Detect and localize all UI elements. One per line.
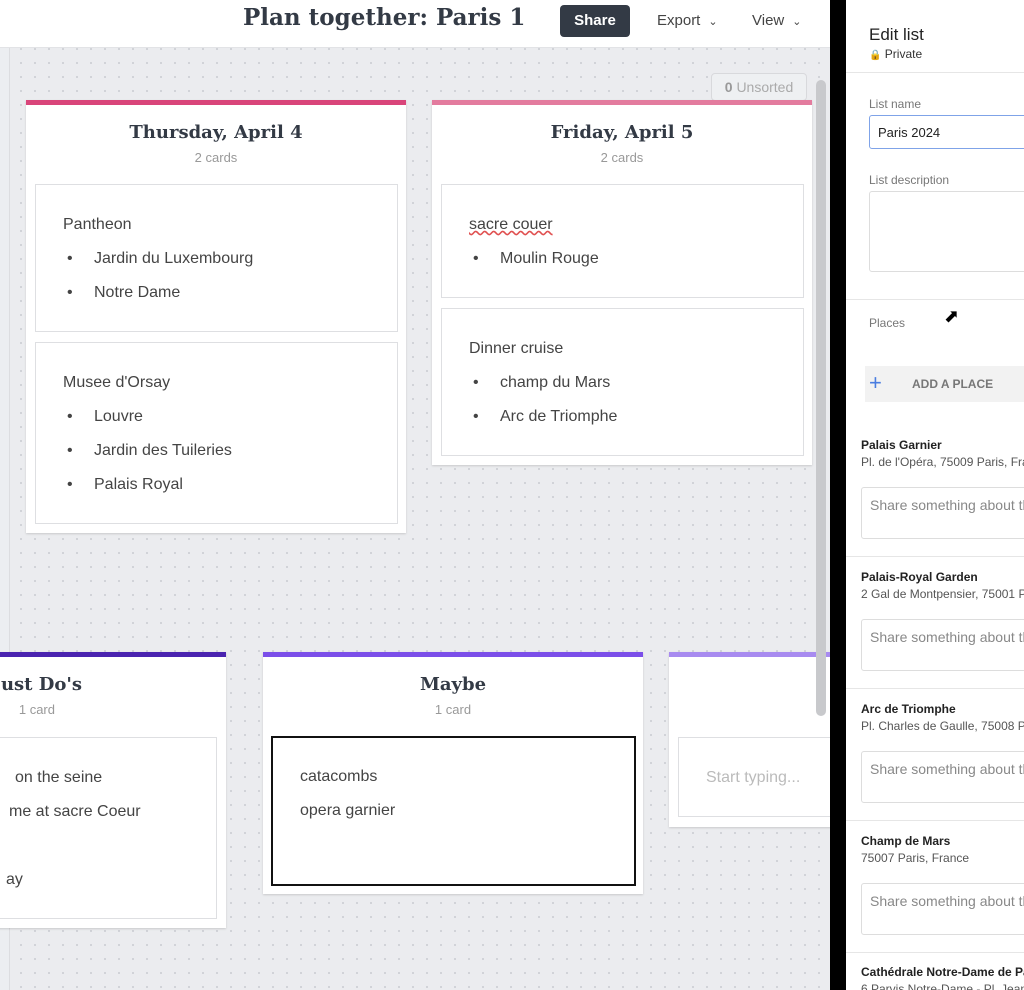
card-line: ay [6,871,23,888]
column-color-bar [432,100,812,105]
column-title: Friday, April 5 [550,122,694,143]
column-friday[interactable]: Friday, April 5 2 cards sacre couer Moul… [432,100,812,465]
column-thursday[interactable]: Thursday, April 4 2 cards Pantheon Jardi… [26,100,406,533]
divider [846,299,1024,300]
plus-icon: + [869,370,882,395]
column-maybe[interactable]: Maybe 1 card catacombs opera garnier [263,652,643,894]
column-title: ust Do's [0,674,82,695]
column-new[interactable]: Start typing... [669,652,830,827]
card-line: me at sacre Coeur [9,803,141,820]
divider [846,688,1024,689]
column-title: Maybe [419,674,487,695]
place-address: Pl. Charles de Gaulle, 75008 Paris [861,719,1024,733]
card-title: sacre couer [469,216,553,233]
export-label: Export [657,12,701,29]
divider [846,556,1024,557]
lock-icon: 🔒 [869,50,882,61]
places-label: Places [869,316,906,330]
column-count: 2 cards [194,150,238,165]
add-place-label: ADD A PLACE [912,377,994,391]
export-menu[interactable]: Export ⌄ [657,12,718,29]
place-address: 2 Gal de Montpensier, 75001 Paris [861,587,1024,601]
edit-list-panel: Edit list 🔒 Private List name List descr… [846,0,1024,990]
card-title: Pantheon [63,216,132,233]
place-address: 75007 Paris, France [861,851,970,865]
card-item: Jardin du Luxembourg [67,250,253,268]
card-selected[interactable]: catacombs opera garnier [271,736,636,886]
view-label: View [752,12,785,29]
card[interactable]: on the seine me at sacre Coeur ay [0,737,217,919]
card[interactable]: Musee d'Orsay Louvre Jardin des Tuilerie… [35,342,398,524]
card-item: Notre Dame [67,284,180,302]
card[interactable]: sacre couer Moulin Rouge [441,184,804,298]
chevron-down-icon: ⌄ [792,16,802,28]
column-must-dos[interactable]: ust Do's 1 card on the seine me at sacre… [0,652,226,928]
board-canvas: Plan together: Paris 1 Share Export ⌄ Vie… [0,0,830,990]
card-title: Musee d'Orsay [63,374,171,391]
column-color-bar [0,652,226,657]
card-line: on the seine [15,769,103,786]
card-item: Arc de Triomphe [473,408,617,426]
list-name-label: List name [869,97,922,111]
panel-title: Edit list [869,25,924,44]
unsorted-count: 0 [724,79,733,95]
column-count: 1 card [18,702,55,717]
card[interactable]: Pantheon Jardin du Luxembourg Notre Dame [35,184,398,332]
divider [846,820,1024,821]
card-placeholder: Start typing... [706,769,801,786]
privacy-label: Private [884,47,923,61]
card-item: Louvre [67,408,143,426]
divider [846,952,1024,953]
card-item: Palais Royal [67,476,183,494]
new-card-input[interactable]: Start typing... [678,737,830,817]
card-title: Dinner cruise [469,340,564,357]
list-description-input[interactable] [869,191,1024,272]
panel-divider [830,0,846,990]
place-name: Champ de Mars [861,834,951,848]
place-name: Arc de Triomphe [861,702,956,716]
column-color-bar [263,652,643,657]
add-place-button[interactable]: + ADD A PLACE [865,366,1024,402]
scrollbar[interactable] [816,80,826,716]
view-menu[interactable]: View ⌄ [752,12,801,29]
place-name: Palais Garnier [861,438,942,452]
place-address: 6 Parvis Notre-Dame - Pl. Jean-Paul II [861,982,1024,990]
privacy-status: 🔒 Private [869,47,922,61]
card-line: opera garnier [300,802,396,819]
card[interactable]: Dinner cruise champ du Mars Arc de Triom… [441,308,804,456]
page-title: Plan together: Paris 1 [243,4,526,31]
divider [846,72,1024,73]
place-note-input[interactable]: Share something about this place [861,751,1024,803]
card-item: Jardin des Tuileries [67,442,232,460]
list-description-label: List description [869,173,950,187]
share-button[interactable]: Share [560,5,630,37]
place-note-input[interactable]: Share something about this place [861,883,1024,935]
column-count: 2 cards [600,150,644,165]
place-name: Palais-Royal Garden [861,570,978,584]
unsorted-button[interactable]: 0 Unsorted [711,73,807,101]
card-item: Moulin Rouge [473,250,599,268]
column-color-bar [669,652,830,657]
column-color-bar [26,100,406,105]
list-name-input[interactable] [869,115,1024,149]
card-line: catacombs [300,768,378,785]
place-note-input[interactable]: Share something about this place [861,619,1024,671]
card-item: champ du Mars [473,374,610,392]
place-name: Cathédrale Notre-Dame de Paris [861,965,1024,979]
mouse-cursor-icon: ⬈ [944,306,960,326]
place-note-input[interactable]: Share something about this place [861,487,1024,539]
place-address: Pl. de l'Opéra, 75009 Paris, France [861,455,1024,469]
unsorted-label: Unsorted [736,79,794,95]
column-count: 1 card [434,702,472,717]
column-title: Thursday, April 4 [129,122,303,143]
top-bar: Plan together: Paris 1 Share Export ⌄ Vie… [0,0,830,48]
chevron-down-icon: ⌄ [708,16,718,28]
